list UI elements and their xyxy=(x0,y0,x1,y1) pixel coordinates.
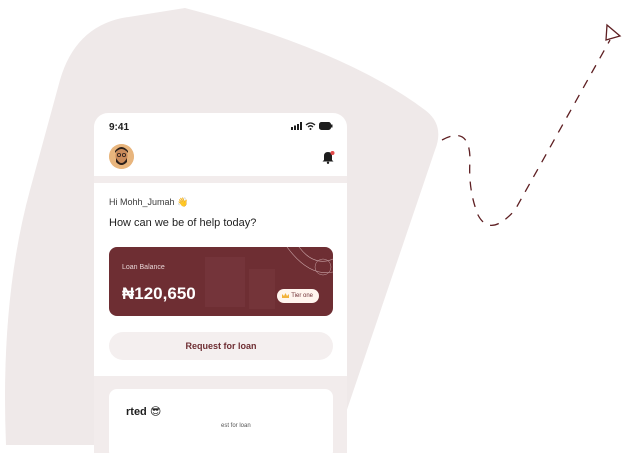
arrowhead-icon xyxy=(605,23,622,41)
top-bar: 9:41 xyxy=(94,113,347,176)
status-time: 9:41 xyxy=(109,122,130,133)
loan-balance-label: Loan Balance xyxy=(122,264,165,271)
status-icons xyxy=(291,122,333,130)
notification-dot xyxy=(330,151,335,155)
avatar-icon xyxy=(109,144,134,169)
help-question: How can we be of help today? xyxy=(109,217,257,229)
tier-label: Tier one xyxy=(291,293,313,299)
wifi-icon xyxy=(305,122,316,130)
crown-icon xyxy=(282,293,290,298)
loan-balance-card[interactable]: Loan Balance ₦120,650 Tier one xyxy=(109,247,333,316)
greeting-text: Hi Mohh_Jumah 👋 xyxy=(109,197,189,207)
main-content: Hi Mohh_Jumah 👋 How can we be of help to… xyxy=(94,183,347,376)
signal-icon xyxy=(291,122,302,130)
avatar[interactable] xyxy=(109,144,134,169)
battery-icon xyxy=(319,122,333,130)
get-started-card: rted 😎 est for loan xyxy=(109,389,333,453)
get-started-title: rted 😎 xyxy=(126,406,162,418)
bell-icon[interactable] xyxy=(321,150,335,164)
card-pattern xyxy=(205,247,333,309)
loan-balance-amount: ₦120,650 xyxy=(122,284,196,303)
request-loan-button[interactable]: Request for loan xyxy=(109,332,333,360)
phone-mockup: 9:41 Hi Mohh_Jumah 👋 How can we be of he… xyxy=(94,113,347,453)
tier-badge: Tier one xyxy=(277,289,319,303)
get-started-subtitle[interactable]: est for loan xyxy=(221,423,251,429)
